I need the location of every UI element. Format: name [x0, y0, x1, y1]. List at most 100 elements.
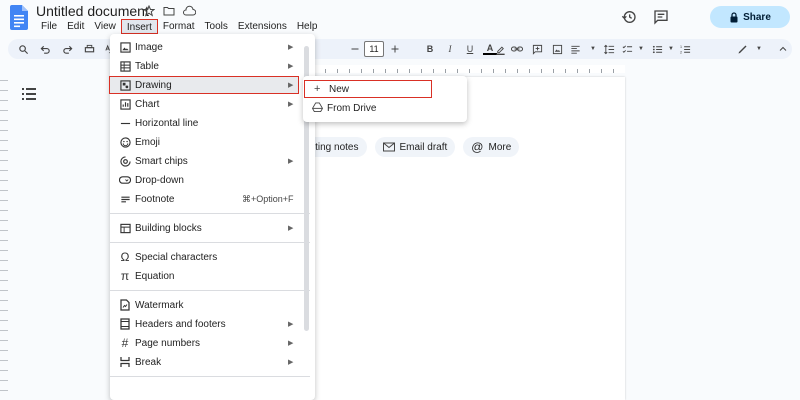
menu-bar: File Edit View Insert Format Tools Exten…	[36, 19, 322, 34]
menu-help[interactable]: Help	[292, 19, 323, 34]
drive-icon	[311, 101, 324, 115]
chart-icon	[119, 98, 131, 110]
menu-item-horizontal-line[interactable]: Horizontal line	[110, 114, 310, 132]
submenu-arrow-icon: ▶	[288, 359, 294, 366]
menu-edit[interactable]: Edit	[62, 19, 89, 34]
table-icon	[119, 60, 131, 72]
menu-separator	[110, 376, 310, 377]
smart-chips-icon	[119, 155, 131, 167]
numbered-list-icon[interactable]: 12	[678, 42, 692, 56]
submenu-item-from-drive[interactable]: From Drive	[303, 99, 467, 117]
building-blocks-icon	[119, 222, 131, 234]
emoji-icon	[119, 136, 131, 148]
highlight-color-icon[interactable]	[493, 42, 507, 56]
align-dropdown-icon[interactable]: ▼	[586, 42, 600, 56]
star-icon[interactable]	[142, 4, 156, 18]
svg-text:2: 2	[680, 50, 682, 54]
menu-item-watermark[interactable]: Watermark	[110, 296, 310, 314]
menu-format[interactable]: Format	[158, 19, 200, 34]
hide-menus-icon[interactable]	[776, 42, 790, 56]
insert-menu: Image ▶ Table ▶ Drawing ▶ Chart ▶ Horizo…	[109, 34, 315, 400]
document-outline-icon[interactable]	[22, 88, 36, 100]
checklist-dropdown-icon[interactable]: ▼	[634, 42, 648, 56]
pi-icon: π	[120, 269, 130, 283]
menu-item-emoji[interactable]: Emoji	[110, 133, 310, 151]
italic-icon[interactable]: I	[443, 42, 457, 56]
redo-icon[interactable]	[60, 42, 74, 56]
print-icon[interactable]	[82, 42, 96, 56]
menu-tools[interactable]: Tools	[200, 19, 233, 34]
menu-item-chart[interactable]: Chart ▶	[110, 95, 310, 113]
footnote-shortcut: ⌘+Option+F	[242, 193, 294, 204]
headers-footers-icon	[119, 318, 131, 330]
menu-item-page-numbers[interactable]: # Page numbers ▶	[110, 334, 310, 352]
submenu-arrow-icon: ▶	[288, 321, 294, 328]
omega-icon: Ω	[120, 250, 130, 264]
bold-icon[interactable]: B	[423, 42, 437, 56]
checklist-icon[interactable]	[620, 42, 634, 56]
menu-item-drawing[interactable]: Drawing ▶	[109, 76, 299, 94]
submenu-item-new[interactable]: + New	[304, 80, 432, 98]
chip-email-draft[interactable]: Email draft	[374, 137, 456, 157]
building-blocks-chips: eeting notes Email draft @ More	[300, 137, 520, 157]
menu-item-building-blocks[interactable]: Building blocks ▶	[110, 219, 310, 237]
menu-item-headers-and-footers[interactable]: Headers and footers ▶	[110, 315, 310, 333]
menu-item-special-characters[interactable]: Ω Special characters	[110, 248, 310, 266]
undo-icon[interactable]	[38, 42, 52, 56]
align-icon[interactable]	[568, 42, 582, 56]
vertical-ruler	[0, 80, 8, 400]
watermark-icon	[119, 299, 131, 311]
menu-item-image[interactable]: Image ▶	[110, 38, 310, 56]
submenu-arrow-icon: ▶	[288, 158, 294, 165]
menu-extensions[interactable]: Extensions	[233, 19, 292, 34]
menu-item-smart-chips[interactable]: Smart chips ▶	[110, 152, 310, 170]
chip-email-draft-label: Email draft	[399, 141, 448, 153]
menu-file[interactable]: File	[36, 19, 62, 34]
share-button[interactable]: Share	[710, 6, 790, 28]
line-spacing-icon[interactable]	[602, 42, 616, 56]
lock-icon	[730, 11, 738, 22]
at-sign-icon: @	[471, 140, 484, 154]
chip-more[interactable]: @ More	[463, 137, 520, 157]
menu-separator	[110, 213, 310, 214]
menu-insert[interactable]: Insert	[120, 19, 158, 34]
increase-font-size-icon[interactable]	[388, 42, 402, 56]
submenu-arrow-icon: ▶	[288, 63, 294, 70]
break-icon	[119, 356, 131, 368]
underline-icon[interactable]: U	[463, 42, 477, 56]
document-title[interactable]: Untitled document	[36, 3, 149, 19]
email-icon	[382, 142, 395, 152]
menu-item-drop-down[interactable]: Drop-down	[110, 171, 310, 189]
comments-icon[interactable]	[652, 8, 670, 26]
menu-item-equation[interactable]: π Equation	[110, 267, 310, 285]
cloud-status-icon[interactable]	[182, 4, 196, 18]
history-icon[interactable]	[620, 8, 638, 26]
add-comment-icon[interactable]	[530, 42, 544, 56]
share-label: Share	[743, 11, 771, 23]
insert-image-icon[interactable]	[550, 42, 564, 56]
menu-separator	[110, 290, 310, 291]
insert-link-icon[interactable]	[510, 42, 524, 56]
bulleted-list-icon[interactable]	[650, 42, 664, 56]
menu-item-footnote[interactable]: Footnote ⌘+Option+F	[110, 190, 310, 208]
menu-view[interactable]: View	[89, 19, 121, 34]
decrease-font-size-icon[interactable]	[348, 42, 362, 56]
submenu-arrow-icon: ▶	[288, 101, 294, 108]
submenu-arrow-icon: ▶	[288, 82, 294, 89]
menu-item-break[interactable]: Break ▶	[110, 353, 310, 371]
editing-mode-dropdown-icon[interactable]: ▼	[752, 42, 766, 56]
move-folder-icon[interactable]	[162, 4, 176, 18]
chip-more-label: More	[488, 141, 512, 153]
search-menus-icon[interactable]	[16, 42, 30, 56]
svg-text:1: 1	[680, 45, 682, 49]
top-bar: Untitled document File Edit View Insert …	[0, 0, 800, 36]
horizontal-line-icon	[119, 117, 131, 129]
submenu-arrow-icon: ▶	[288, 340, 294, 347]
bulleted-list-dropdown-icon[interactable]: ▼	[664, 42, 678, 56]
docs-logo-icon[interactable]	[10, 5, 28, 30]
menu-item-table[interactable]: Table ▶	[110, 57, 310, 75]
hash-icon: #	[121, 336, 129, 350]
menu-separator	[110, 242, 310, 243]
editing-mode-icon[interactable]	[736, 42, 750, 56]
font-size-input[interactable]: 11	[364, 41, 384, 57]
